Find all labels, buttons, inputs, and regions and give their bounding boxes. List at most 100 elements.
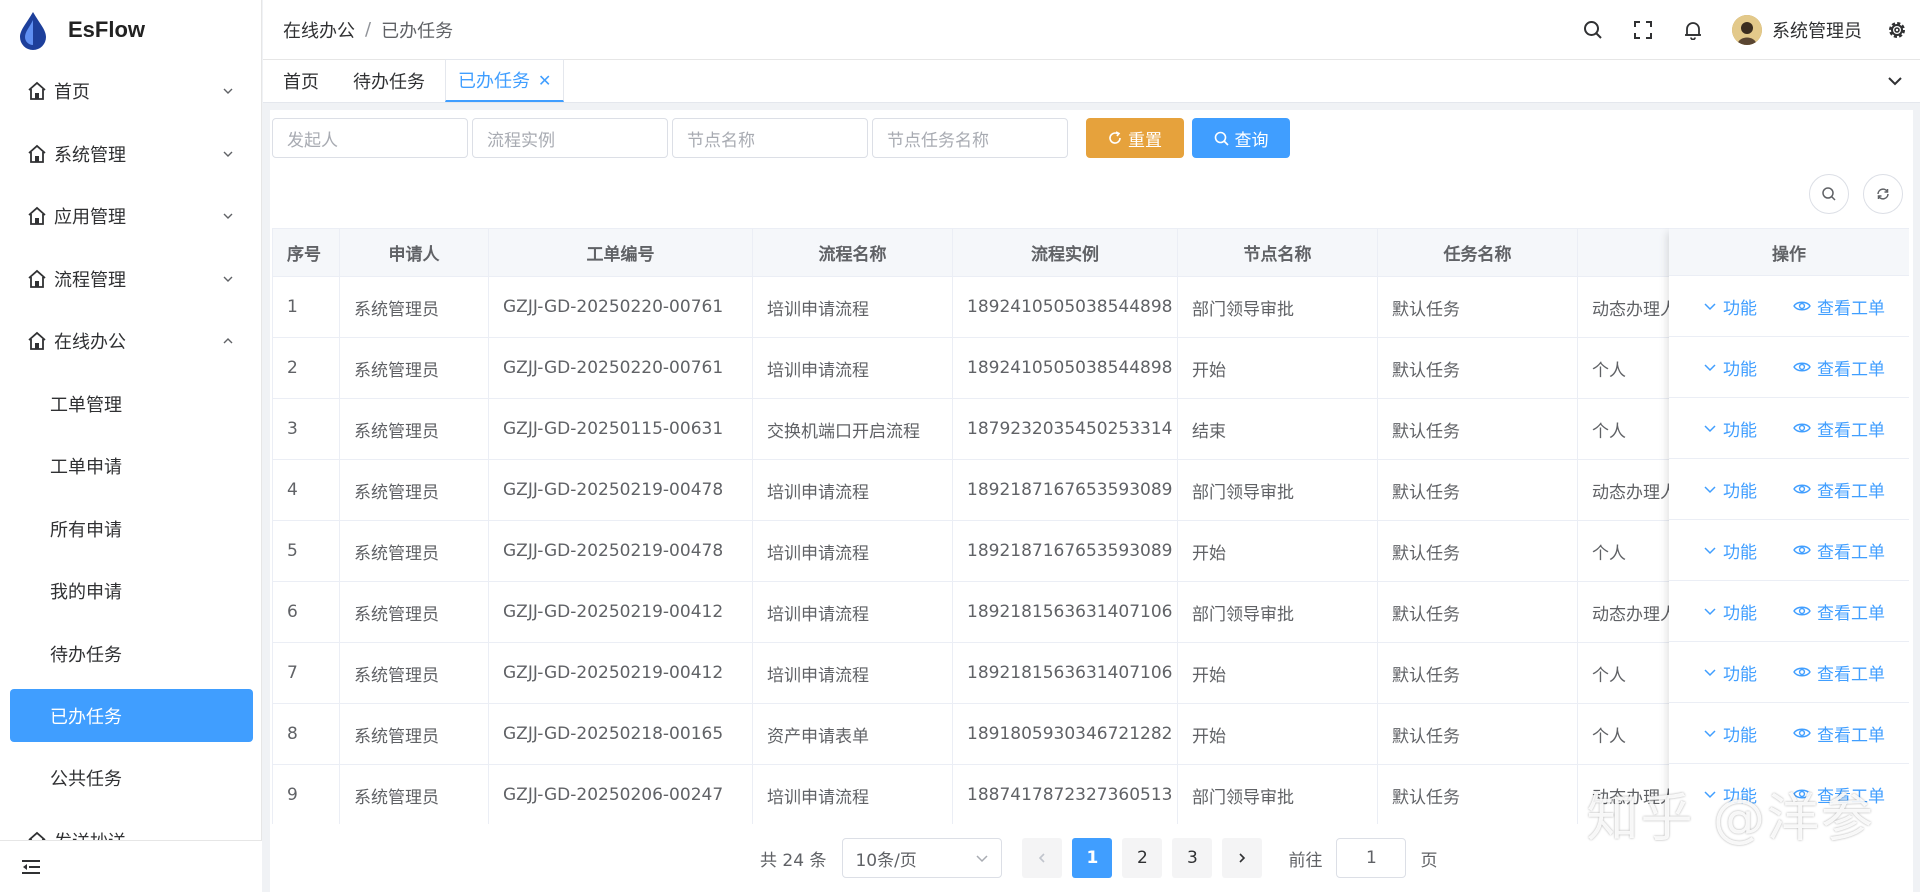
sidebar-item-4[interactable]: 在线办公 xyxy=(0,310,262,373)
fullscreen-icon[interactable] xyxy=(1632,19,1654,41)
function-dropdown-button[interactable]: 功能 xyxy=(1703,538,1757,563)
next-page-button[interactable] xyxy=(1222,838,1263,878)
chevron-down-icon xyxy=(1704,547,1716,555)
user-menu[interactable]: 系统管理员 xyxy=(1732,15,1862,45)
column-header: 工单编号 xyxy=(488,228,753,277)
function-label: 功能 xyxy=(1723,359,1757,380)
gear-icon[interactable] xyxy=(1886,19,1908,41)
sidebar-subitem-0[interactable]: 工单管理 xyxy=(0,373,262,436)
view-ticket-link[interactable]: 查看工单 xyxy=(1793,538,1885,563)
goto-page-input[interactable]: 1 xyxy=(1336,838,1407,878)
table-cell: 6 xyxy=(272,581,340,643)
avatar xyxy=(1732,15,1762,45)
user-name: 系统管理员 xyxy=(1772,21,1862,42)
initiator-input[interactable]: 发起人 xyxy=(272,118,468,158)
home-icon xyxy=(28,269,46,288)
table-row: 4 系统管理员 GZJJ-GD-20250219-00478 培训申请流程 189218… xyxy=(272,459,1909,521)
table-cell: 开始 xyxy=(1177,703,1378,765)
chevron-down-icon xyxy=(223,213,233,220)
view-ticket-link[interactable]: 查看工单 xyxy=(1793,416,1885,441)
function-dropdown-button[interactable]: 功能 xyxy=(1703,599,1757,624)
function-dropdown-button[interactable]: 功能 xyxy=(1703,355,1757,380)
table-row: 1 系统管理员 GZJJ-GD-20250220-00761 培训申请流程 189241… xyxy=(272,276,1909,338)
reset-button[interactable]: 重置 xyxy=(1086,118,1184,158)
table-cell: 1 xyxy=(272,276,340,338)
search-icon xyxy=(1822,187,1836,201)
chevron-up-icon xyxy=(223,338,233,344)
sidebar-item-2[interactable]: 应用管理 xyxy=(0,185,262,248)
sidebar-subitem-5[interactable]: 已办任务 xyxy=(10,689,253,742)
toggle-search-button[interactable] xyxy=(1809,174,1849,214)
table-cell: 1892410505038544898 xyxy=(952,337,1178,399)
home-icon xyxy=(28,207,46,226)
table-row: 7 系统管理员 GZJJ-GD-20250219-00412 培训申请流程 189218… xyxy=(272,642,1909,704)
table-cell: 开始 xyxy=(1177,520,1378,582)
table-cell: 部门领导审批 xyxy=(1177,764,1378,824)
table-tools xyxy=(1795,174,1903,214)
tab-home[interactable]: 首页 xyxy=(269,59,333,102)
view-ticket-link[interactable]: 查看工单 xyxy=(1793,599,1885,624)
refresh-button[interactable] xyxy=(1863,174,1903,214)
sidebar-item-3[interactable]: 流程管理 xyxy=(0,248,262,311)
sidebar-menu: 首页系统管理应用管理 流程管理 在线办公 工单管理工单申请所有申请 我的申请 待办任务 已办… xyxy=(0,60,262,840)
table-cell: 部门领导审批 xyxy=(1177,581,1378,643)
table-cell: 系统管理员 xyxy=(339,276,489,338)
table-cell: 默认任务 xyxy=(1377,276,1578,338)
node-name-input[interactable]: 节点名称 xyxy=(672,118,868,158)
sidebar-subitem-3[interactable]: 我的申请 xyxy=(0,560,262,623)
filter-bar: 发起人 流程实例 节点名称 节点任务名称 重置 查询 xyxy=(270,110,1913,160)
query-button[interactable]: 查询 xyxy=(1192,118,1290,158)
search-icon[interactable] xyxy=(1582,19,1604,41)
collapse-sidebar-button[interactable] xyxy=(0,840,262,892)
sidebar-item-1[interactable]: 系统管理 xyxy=(0,123,262,186)
table-row: 2 系统管理员 GZJJ-GD-20250220-00761 培训申请流程 189241… xyxy=(272,337,1909,399)
table-cell: 7 xyxy=(272,642,340,704)
sidebar-subitem-6[interactable]: 公共任务 xyxy=(0,747,262,810)
page-button-2[interactable]: 2 xyxy=(1122,838,1163,878)
sidebar-subitem-2[interactable]: 所有申请 xyxy=(0,498,262,561)
function-dropdown-button[interactable]: 功能 xyxy=(1703,721,1757,746)
view-ticket-link[interactable]: 查看工单 xyxy=(1793,477,1885,502)
function-dropdown-button[interactable]: 功能 xyxy=(1703,294,1757,319)
view-ticket-label: 查看工单 xyxy=(1817,725,1885,746)
close-icon[interactable]: ✕ xyxy=(538,71,551,90)
function-dropdown-button[interactable]: 功能 xyxy=(1703,660,1757,685)
view-ticket-link[interactable]: 查看工单 xyxy=(1793,660,1885,685)
pagination-total: 共 24 条 xyxy=(760,850,827,871)
breadcrumb-item-parent[interactable]: 在线办公 xyxy=(283,17,355,43)
table-cell: 培训申请流程 xyxy=(752,642,953,704)
home-icon xyxy=(28,332,46,351)
tab-done-tasks[interactable]: 已办任务 ✕ xyxy=(445,59,565,102)
sidebar-item-partial[interactable]: 发送抄送 xyxy=(0,810,262,840)
sidebar-item-0[interactable]: 首页 xyxy=(0,60,262,123)
tab-label: 待办任务 xyxy=(353,71,425,93)
sidebar-item-label: 系统管理 xyxy=(54,144,126,166)
page-button-3[interactable]: 3 xyxy=(1172,838,1213,878)
bell-icon[interactable] xyxy=(1682,19,1704,41)
column-header: 流程实例 xyxy=(952,228,1178,277)
sidebar-subitem-4[interactable]: 待办任务 xyxy=(0,623,262,686)
top-header: 在线办公 / 已办任务 系统管理员 xyxy=(263,0,1920,60)
function-dropdown-button[interactable]: 功能 xyxy=(1703,416,1757,441)
sidebar-subitem-1[interactable]: 工单申请 xyxy=(0,435,262,498)
action-column: 操作 功能 查看工单 功能 查看工单 功能 查看工单 功能 查看工单 功能 查看工单 功能 查看工单功… xyxy=(1669,228,1909,824)
page-size-select[interactable]: 10条/页 xyxy=(842,838,1003,878)
sidebar-subitem-label: 工单申请 xyxy=(50,457,122,479)
chevron-down-icon xyxy=(1704,669,1716,677)
view-ticket-link[interactable]: 查看工单 xyxy=(1793,721,1885,746)
view-ticket-link[interactable]: 查看工单 xyxy=(1793,294,1885,319)
table-cell: 系统管理员 xyxy=(339,581,489,643)
view-ticket-link[interactable]: 查看工单 xyxy=(1793,355,1885,380)
chevron-down-icon xyxy=(1704,425,1716,433)
table-cell: 8 xyxy=(272,703,340,765)
page-button-1[interactable]: 1 xyxy=(1072,838,1113,878)
function-dropdown-button[interactable]: 功能 xyxy=(1703,477,1757,502)
prev-page-button[interactable] xyxy=(1022,838,1063,878)
table-cell: 默认任务 xyxy=(1377,764,1578,824)
node-task-name-input[interactable]: 节点任务名称 xyxy=(872,118,1068,158)
chevron-down-icon[interactable] xyxy=(1886,72,1904,90)
chevron-down-icon xyxy=(1704,486,1716,494)
process-instance-input[interactable]: 流程实例 xyxy=(472,118,668,158)
table-cell: 1892410505038544898 xyxy=(952,276,1178,338)
tab-todo-tasks[interactable]: 待办任务 xyxy=(339,59,439,102)
